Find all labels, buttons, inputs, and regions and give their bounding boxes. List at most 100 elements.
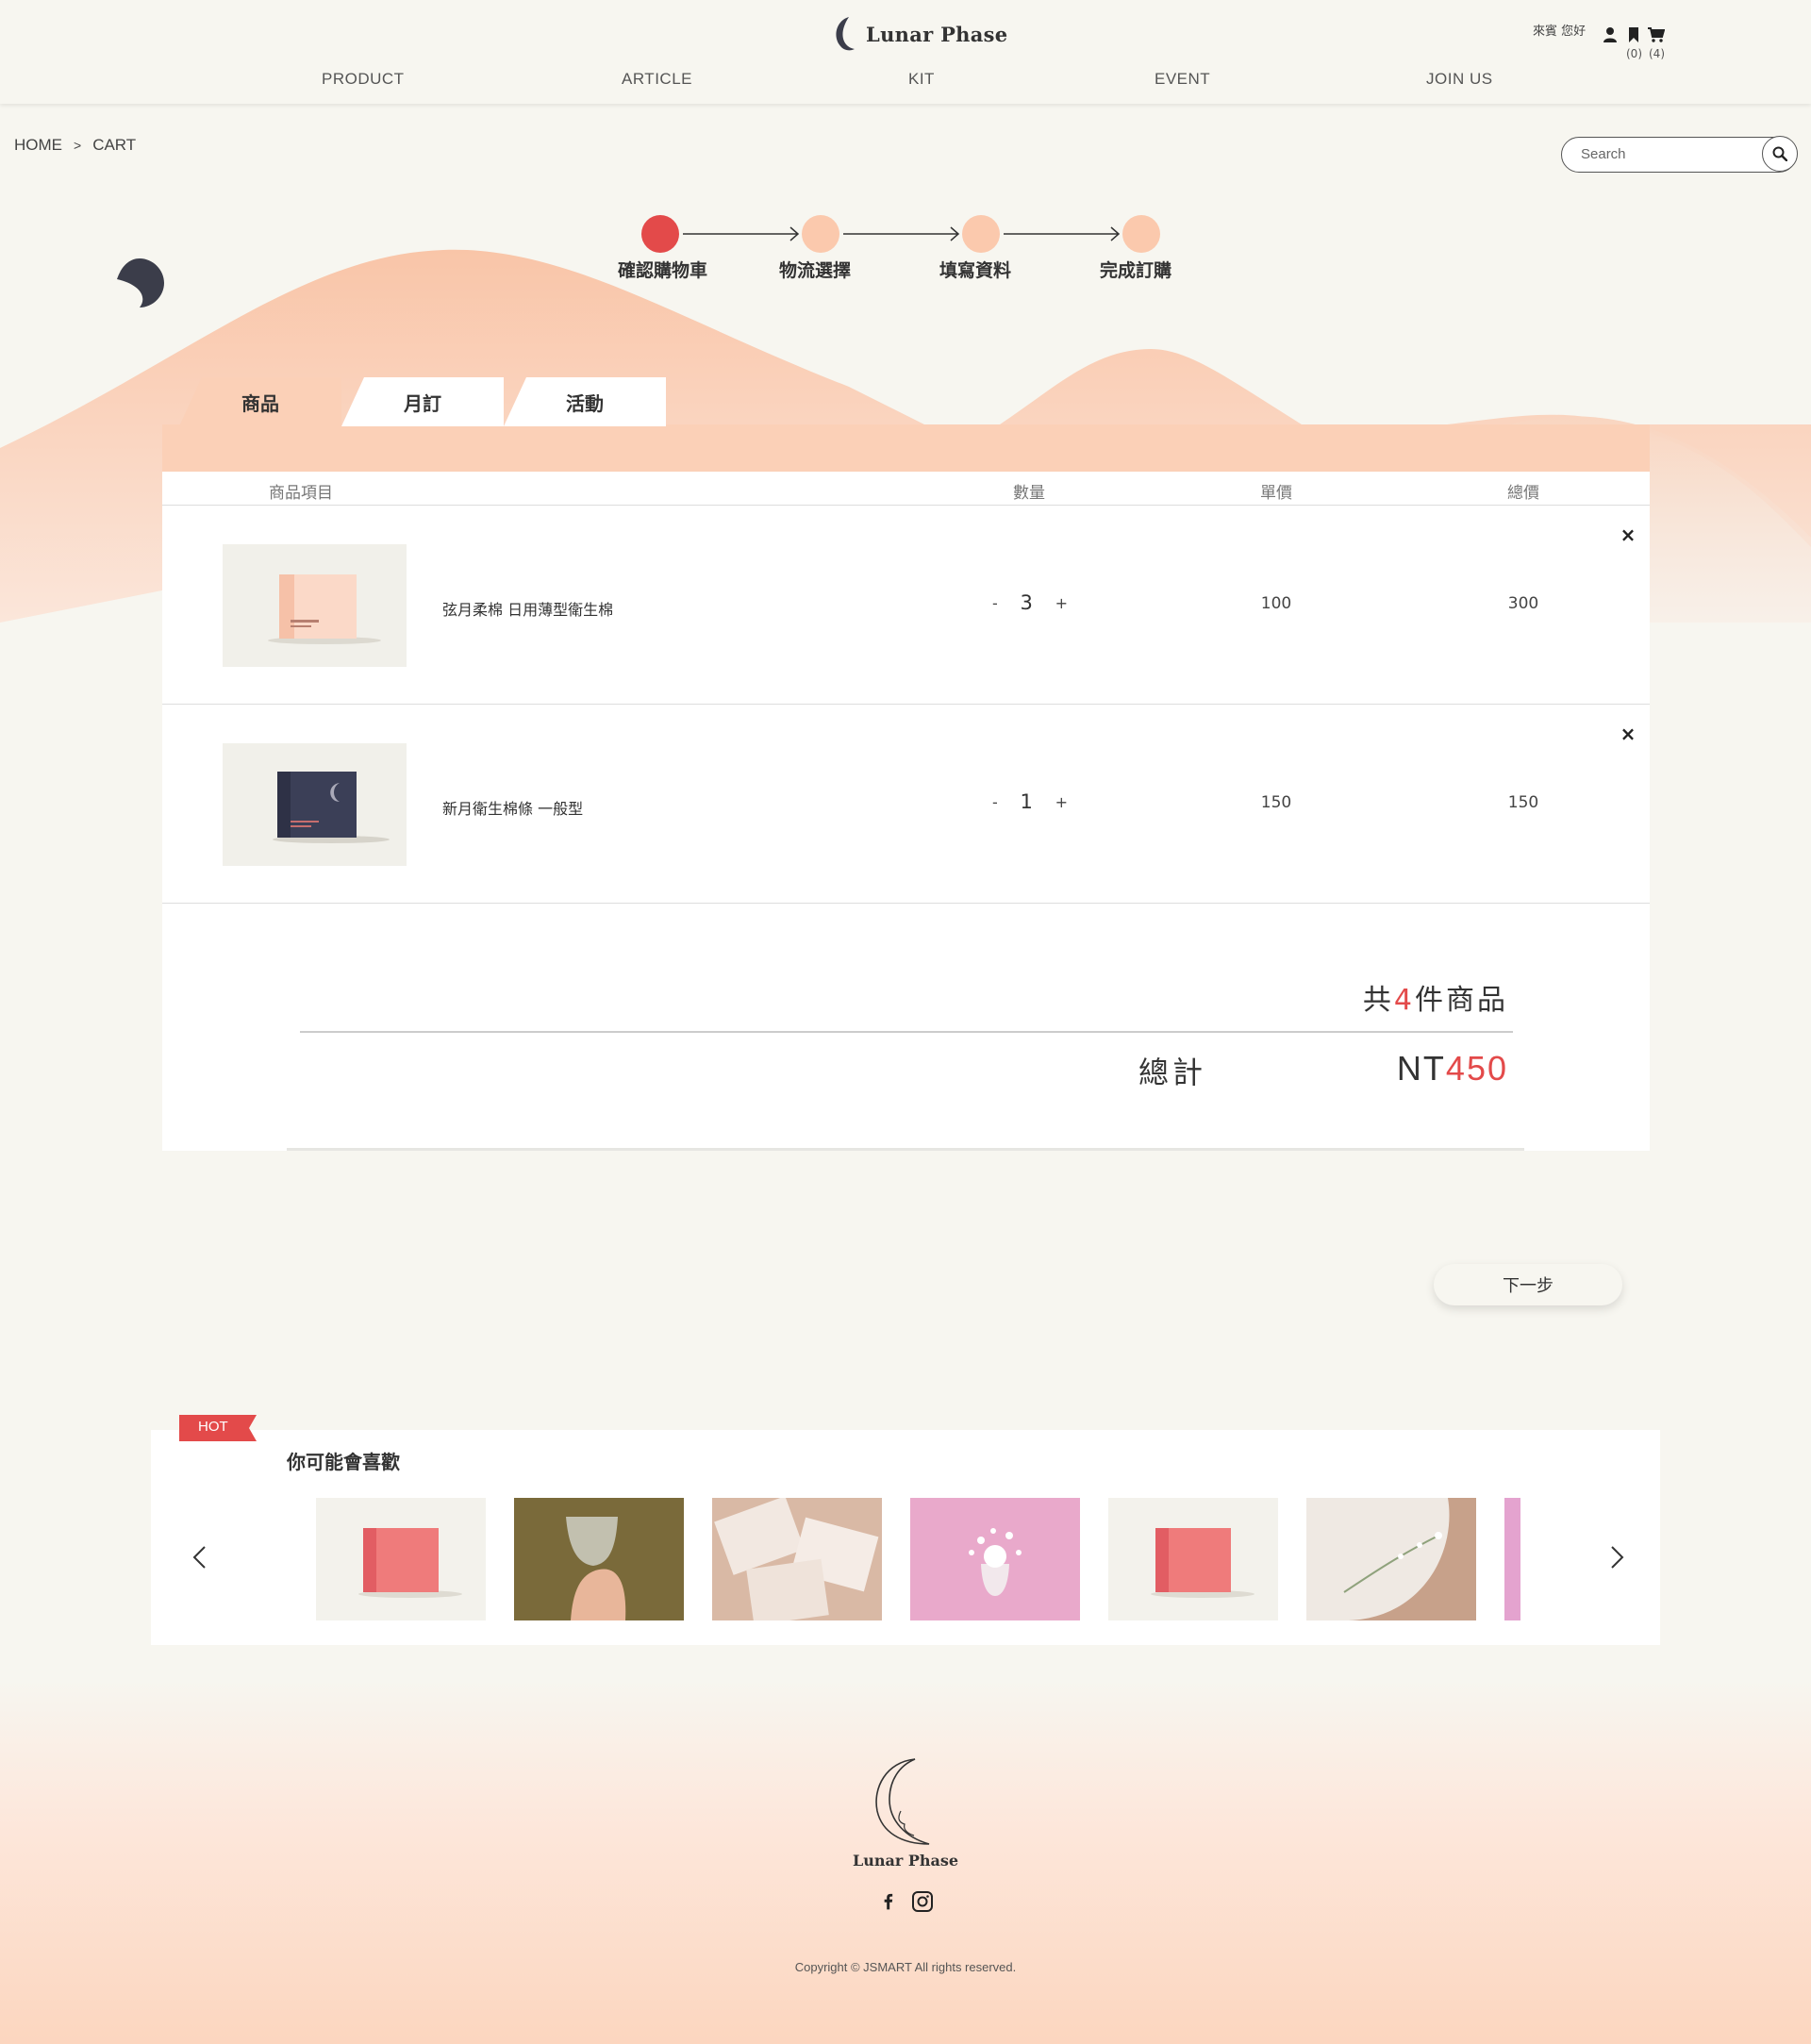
cart-band	[162, 424, 1650, 472]
search-button[interactable]	[1762, 136, 1798, 172]
brand-name: Lunar Phase	[866, 22, 1008, 46]
unit-price: 100	[1260, 594, 1292, 613]
chevron-right-icon[interactable]	[1602, 1543, 1630, 1571]
moon-logo-icon	[836, 17, 855, 51]
nav-kit[interactable]: KIT	[908, 70, 935, 89]
cart-bottom-divider	[287, 1148, 1524, 1151]
site-header: Lunar Phase PRODUCT ARTICLE KIT EVENT JO…	[0, 0, 1811, 104]
recommendation-carousel: 你可能會喜歡	[151, 1430, 1660, 1645]
recommendation-item[interactable]	[514, 1498, 684, 1620]
search-box	[1561, 136, 1798, 173]
tab-label: 活動	[566, 391, 604, 415]
nav-article[interactable]: ARTICLE	[622, 70, 692, 89]
nav-event[interactable]: EVENT	[1155, 70, 1210, 89]
tab-label: 月訂	[404, 391, 441, 415]
recommendation-item[interactable]	[1306, 1498, 1476, 1620]
cart-row: 新月衛生棉條 一般型 - 1 + 150 150 ×	[162, 706, 1650, 904]
pink-product-box-image	[1108, 1498, 1278, 1620]
hot-badge-label: HOT	[198, 1419, 228, 1435]
facebook-icon[interactable]	[877, 1890, 900, 1913]
checkout-steps: 確認購物車 物流選擇 填寫資料 完成訂購	[0, 215, 1811, 291]
pink-product-box-image	[316, 1498, 486, 1620]
pad-with-flowers-image	[1306, 1498, 1476, 1620]
step-dot	[802, 215, 839, 253]
step-dot-active	[641, 215, 679, 253]
recommendation-title: 你可能會喜歡	[287, 1451, 400, 1473]
recommendation-item[interactable]	[1108, 1498, 1278, 1620]
unit-price: 150	[1260, 793, 1292, 812]
quantity-value[interactable]: 3	[1021, 591, 1033, 614]
bookmark-icon[interactable]	[1625, 26, 1642, 43]
breadcrumb: HOME > CART	[14, 136, 136, 155]
pink-product-image	[1504, 1498, 1520, 1620]
remove-item-button[interactable]: ×	[1617, 723, 1639, 745]
line-total: 150	[1507, 793, 1539, 812]
step-label: 確認購物車	[618, 260, 708, 281]
order-total: NT450	[1397, 1049, 1508, 1088]
step-arrow-icon	[683, 226, 800, 241]
chevron-left-icon[interactable]	[187, 1543, 215, 1571]
nav-product[interactable]: PRODUCT	[322, 70, 405, 89]
footer-brand-name: Lunar Phase	[852, 1852, 959, 1870]
count-suffix: 件商品	[1415, 984, 1508, 1017]
line-total: 300	[1507, 594, 1539, 613]
recommendation-item[interactable]	[712, 1498, 882, 1620]
recommendation-item[interactable]	[1504, 1498, 1520, 1620]
instagram-icon[interactable]	[911, 1890, 934, 1913]
search-input[interactable]	[1581, 146, 1751, 162]
step-arrow-icon	[1004, 226, 1121, 241]
cart-table-header: 商品項目 數量 單價 總價	[162, 472, 1650, 506]
step-dot	[1122, 215, 1160, 253]
quantity-stepper: - 1 +	[992, 790, 1068, 813]
product-image[interactable]	[223, 743, 407, 866]
bookmark-count: (0)	[1626, 47, 1642, 60]
tab-products[interactable]: 商品	[179, 377, 341, 426]
tab-monthly[interactable]: 月訂	[341, 377, 504, 426]
header-item: 商品項目	[269, 484, 333, 503]
menstrual-cup-image	[514, 1498, 684, 1620]
product-box-image	[223, 544, 407, 667]
brand-logo[interactable]: Lunar Phase	[830, 13, 1007, 55]
summary-divider	[300, 1031, 1513, 1033]
step-label: 完成訂購	[1100, 260, 1172, 281]
remove-item-button[interactable]: ×	[1617, 523, 1639, 546]
decrement-button[interactable]: -	[992, 594, 998, 612]
cup-with-flowers-image	[910, 1498, 1080, 1620]
breadcrumb-separator: >	[74, 138, 82, 153]
cart-icon[interactable]	[1648, 26, 1665, 43]
recommendation-item[interactable]	[316, 1498, 486, 1620]
moon-face-logo-icon	[875, 1758, 930, 1845]
main-nav: PRODUCT ARTICLE KIT EVENT JOIN US	[0, 70, 1811, 92]
step-label: 物流選擇	[779, 260, 852, 281]
header-unit-price: 單價	[1260, 484, 1292, 503]
currency: NT	[1396, 1049, 1446, 1088]
recommendation-item[interactable]	[910, 1498, 1080, 1620]
step-arrow-icon	[843, 226, 960, 241]
item-count: 4	[1393, 984, 1415, 1017]
product-box-image	[223, 743, 407, 866]
product-name[interactable]: 弦月柔棉 日用薄型衛生棉	[442, 597, 613, 620]
nav-join-us[interactable]: JOIN US	[1426, 70, 1493, 89]
decrement-button[interactable]: -	[992, 793, 998, 811]
quantity-value[interactable]: 1	[1021, 790, 1033, 813]
cart-panel: 商品項目 數量 單價 總價 弦月柔棉 日用薄型衛生棉 - 3 + 100 300…	[162, 424, 1650, 1151]
tab-events[interactable]: 活動	[504, 377, 666, 426]
tab-label: 商品	[241, 391, 279, 415]
count-prefix: 共	[1362, 984, 1394, 1017]
breadcrumb-current: CART	[92, 136, 137, 154]
breadcrumb-home[interactable]: HOME	[14, 136, 62, 155]
next-step-button[interactable]: 下一步	[1434, 1264, 1622, 1305]
user-icon[interactable]	[1602, 26, 1619, 43]
item-count-summary: 共4件商品	[1363, 976, 1508, 1018]
product-name[interactable]: 新月衛生棉條 一般型	[442, 796, 583, 819]
step-dot	[962, 215, 1000, 253]
quantity-stepper: - 3 +	[992, 591, 1068, 614]
search-icon	[1772, 146, 1787, 161]
header-total: 總價	[1507, 484, 1539, 503]
product-image[interactable]	[223, 544, 407, 667]
increment-button[interactable]: +	[1055, 594, 1068, 612]
increment-button[interactable]: +	[1055, 793, 1068, 811]
wrapped-pads-image	[712, 1498, 882, 1620]
total-amount: 450	[1445, 1049, 1508, 1088]
user-greeting: 來賓 您好	[1533, 25, 1587, 39]
